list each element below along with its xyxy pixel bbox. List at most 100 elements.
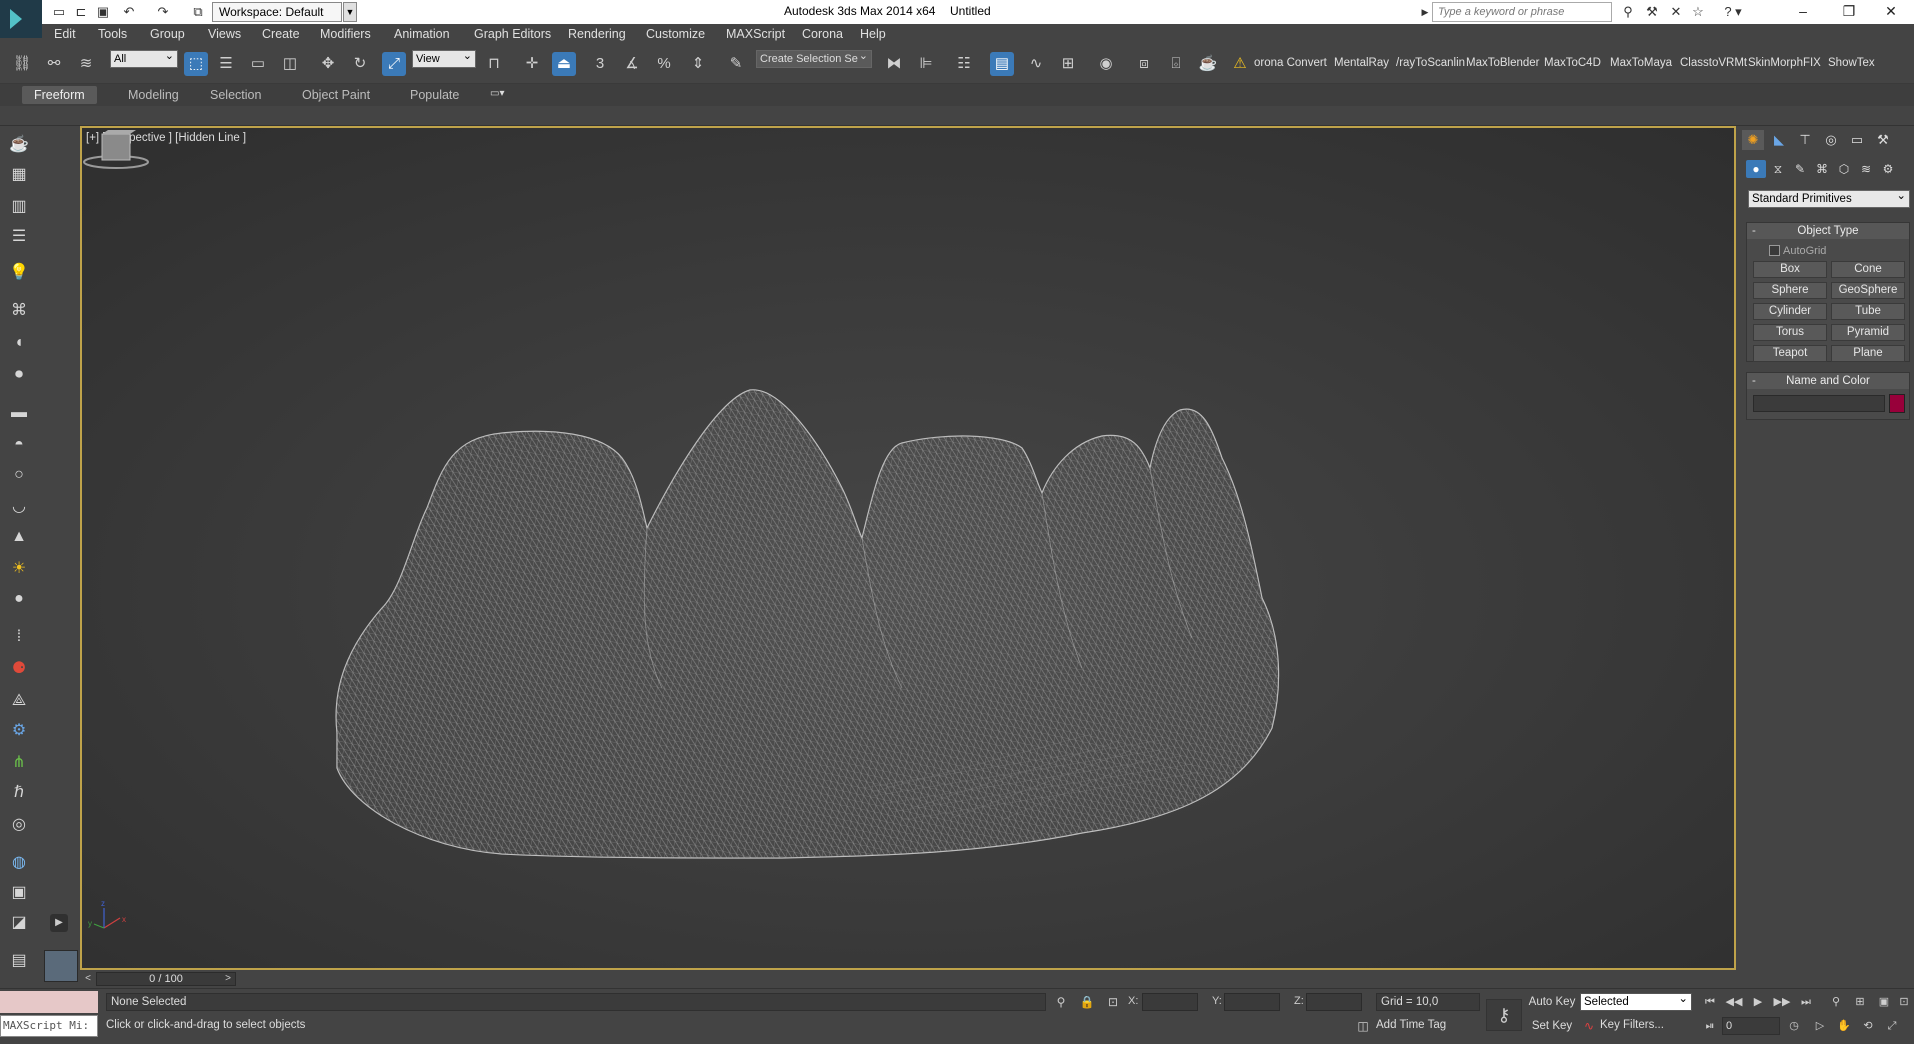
z-coordinate-input[interactable] [1306, 993, 1362, 1011]
menu-rendering[interactable]: Rendering [568, 27, 626, 41]
sound-icon[interactable]: ◖ [6, 330, 32, 356]
teapot-button[interactable]: Teapot [1753, 345, 1827, 362]
plane-object-icon[interactable]: ▬ [6, 400, 32, 426]
selection-lock-icon[interactable]: 🔒 [1078, 993, 1096, 1011]
warning-icon[interactable]: ⚠ [1228, 52, 1252, 76]
camera-icon[interactable]: ⌘ [6, 298, 32, 324]
plugin-max-to-blender[interactable]: MaxToBlender [1466, 57, 1540, 69]
rendered-frame-window-icon[interactable]: ⌺ [1164, 52, 1188, 76]
edit-named-selection-icon[interactable]: ✎ [724, 52, 748, 76]
systems-category-icon[interactable]: ⚙ [1878, 160, 1898, 178]
time-slider[interactable]: < 0 / 100 > [80, 970, 1736, 988]
pan-view-icon[interactable]: ✋ [1834, 1017, 1854, 1035]
close-button[interactable]: ✕ [1868, 0, 1914, 22]
add-time-tag-button[interactable]: Add Time Tag [1376, 1019, 1446, 1031]
teapot-render-icon[interactable]: ☕ [6, 132, 32, 158]
new-file-icon[interactable]: ▭ [50, 2, 68, 22]
snaps-toggle-icon[interactable]: 3 [588, 52, 612, 76]
menu-group[interactable]: Group [150, 27, 185, 41]
geosphere-button[interactable]: GeoSphere [1831, 282, 1905, 299]
menu-views[interactable]: Views [208, 27, 241, 41]
save-icon[interactable]: ▣ [94, 2, 112, 22]
favorites-star-icon[interactable]: ☆ [1688, 2, 1708, 22]
plane-button[interactable]: Plane [1831, 345, 1905, 362]
menu-graph-editors[interactable]: Graph Editors [474, 27, 551, 41]
align-icon[interactable]: ⊫ [914, 52, 938, 76]
display-panel-icon[interactable]: ▭ [1846, 130, 1868, 150]
plugin-classto-vrmt[interactable]: ClasstoVRMt [1680, 57, 1747, 69]
render-to-texture-icon[interactable]: ▣ [6, 880, 32, 906]
ribbon-tab-freeform[interactable]: Freeform [22, 86, 97, 104]
spinner-snap-icon[interactable]: ⇕ [686, 52, 710, 76]
set-key-button[interactable]: Set Key [1526, 1017, 1578, 1035]
subscription-icon[interactable]: ⚒ [1642, 2, 1662, 22]
menu-customize[interactable]: Customize [646, 27, 705, 41]
cylinder-button[interactable]: Cylinder [1753, 303, 1827, 320]
bind-space-warp-icon[interactable]: ≋ [74, 52, 98, 76]
named-selection-sets-dropdown[interactable]: Create Selection Se [756, 48, 872, 68]
time-slider-prev-arrow[interactable]: < [82, 972, 94, 986]
select-and-link-icon[interactable]: ⛓ [10, 52, 34, 76]
menu-help[interactable]: Help [860, 27, 886, 41]
material-browser-icon[interactable]: ▥ [6, 194, 32, 220]
time-slider-thumb[interactable]: 0 / 100 [96, 972, 236, 986]
angle-snap-icon[interactable]: ∡ [620, 52, 644, 76]
maxscript-mini-listener-top[interactable] [0, 991, 98, 1013]
isolate-selection-icon[interactable]: ⚲ [1052, 993, 1070, 1011]
plugin-mentalray[interactable]: MentalRay [1334, 57, 1389, 69]
menu-tools[interactable]: Tools [98, 27, 127, 41]
mirror-icon[interactable]: ⧓ [882, 52, 906, 76]
pyramid-button[interactable]: Pyramid [1831, 324, 1905, 341]
maximize-viewport-icon[interactable]: ⤢ [1882, 1017, 1902, 1035]
hierarchy-panel-icon[interactable]: ⊤ [1794, 130, 1816, 150]
restore-button[interactable]: ❐ [1826, 0, 1872, 22]
environment-icon[interactable]: ▦ [6, 162, 32, 188]
video-camera-icon[interactable]: ⏺ [6, 362, 32, 388]
save-scene-icon[interactable]: ▤ [6, 948, 32, 974]
menu-modifiers[interactable]: Modifiers [320, 27, 371, 41]
undo-icon[interactable]: ↶ [118, 2, 140, 22]
plugin-corona-convert[interactable]: orona Convert [1254, 57, 1327, 69]
name-and-color-rollout-header[interactable]: - Name and Color [1747, 373, 1909, 389]
select-and-move-icon[interactable]: ✥ [316, 52, 340, 76]
percent-snap-icon[interactable]: % [652, 52, 676, 76]
bowl-icon[interactable]: ◡ [6, 494, 32, 520]
field-of-view-icon[interactable]: ▷ [1810, 1017, 1830, 1035]
zoom-icon[interactable]: ⚲ [1826, 993, 1846, 1011]
ribbon-tab-object-paint[interactable]: Object Paint [290, 86, 382, 104]
ribbon-tab-modeling[interactable]: Modeling [116, 86, 191, 104]
zoom-extents-icon[interactable]: ▣ [1874, 993, 1894, 1011]
reference-coordinate-dropdown[interactable]: View [412, 48, 476, 68]
cameras-category-icon[interactable]: ⌘ [1812, 160, 1832, 178]
compass-icon[interactable]: ⟁ [6, 688, 32, 714]
selection-filter-dropdown[interactable]: All [110, 48, 178, 68]
object-type-rollout-header[interactable]: - Object Type [1747, 223, 1909, 239]
current-frame-input[interactable]: 0 [1722, 1017, 1780, 1035]
create-panel-icon[interactable]: ✺ [1742, 130, 1764, 150]
tube-button[interactable]: Tube [1831, 303, 1905, 320]
plugin-max-to-c4d[interactable]: MaxToC4D [1544, 57, 1601, 69]
sphere-button[interactable]: Sphere [1753, 282, 1827, 299]
shapes-category-icon[interactable]: ⧖ [1768, 160, 1788, 178]
lights-category-icon[interactable]: ✎ [1790, 160, 1810, 178]
menu-create[interactable]: Create [262, 27, 300, 41]
particle-grid-icon[interactable]: ⁞ [6, 624, 32, 650]
rectangular-selection-icon[interactable]: ▭ [246, 52, 270, 76]
app-logo-icon[interactable] [0, 0, 42, 38]
y-coordinate-input[interactable] [1224, 993, 1280, 1011]
ribbon-tab-selection[interactable]: Selection [198, 86, 273, 104]
set-keys-key-icon[interactable]: ⚷ [1486, 999, 1522, 1031]
key-mode-dropdown[interactable]: Selected [1580, 991, 1692, 1011]
menu-corona[interactable]: Corona [802, 27, 843, 41]
previous-frame-icon[interactable]: ◀◀ [1724, 993, 1744, 1011]
select-by-name-icon[interactable]: ☰ [214, 52, 238, 76]
unlink-icon[interactable]: ⚯ [42, 52, 66, 76]
select-and-rotate-icon[interactable]: ↻ [348, 52, 372, 76]
perspective-viewport[interactable]: x y z [+] [Perspective ] [Hidden Line ] [80, 126, 1736, 970]
cone-object-icon[interactable]: ▲ [6, 524, 32, 550]
render-production-icon[interactable]: ☕ [1196, 52, 1220, 76]
open-file-icon[interactable]: ⊏ [72, 2, 90, 22]
box-button[interactable]: Box [1753, 261, 1827, 278]
hemisphere-icon[interactable]: ◓ [6, 432, 32, 458]
x-coordinate-input[interactable] [1142, 993, 1198, 1011]
